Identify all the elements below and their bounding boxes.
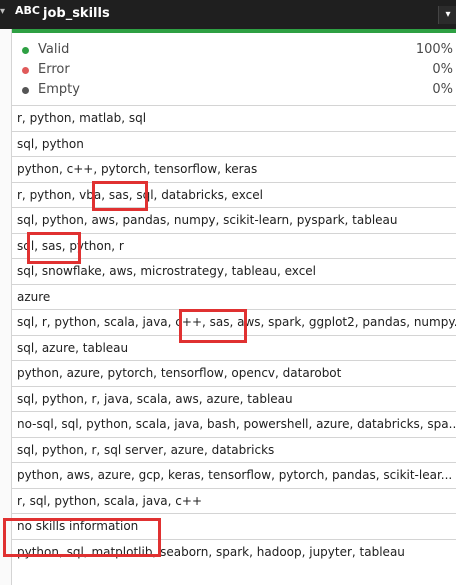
valid-dot-icon: [22, 47, 29, 54]
table-row[interactable]: r, python, matlab, sql: [12, 105, 456, 131]
empty-label: Empty: [38, 82, 80, 97]
error-dot-icon: [22, 67, 29, 74]
cell-value: r, python, matlab, sql: [17, 111, 147, 125]
highlight-box-no-skills: [3, 518, 161, 557]
empty-dot-icon: [22, 87, 29, 94]
cell-value: sql, python: [17, 136, 84, 151]
table-row[interactable]: python, aws, azure, gcp, keras, tensorfl…: [12, 462, 456, 488]
cell-value: sql, snowflake, aws, microstrategy, tabl…: [17, 264, 317, 278]
empty-row: Empty 0%: [12, 81, 456, 101]
cell-value: r, sql, python, scala, java, c++: [17, 493, 202, 508]
table-row[interactable]: r, python, vba, sas, sql, databricks, ex…: [12, 181, 456, 208]
table-row[interactable]: sql, python, r, java, scala, aws, azure,…: [12, 385, 456, 412]
error-label: Error: [38, 62, 70, 77]
error-row: Error 0%: [12, 61, 456, 81]
empty-percent: 0%: [432, 82, 453, 97]
adjacent-column-strip: [0, 29, 12, 585]
cell-value: sql, python, aws, pandas, numpy, scikit-…: [17, 213, 398, 227]
valid-row: Valid 100%: [12, 41, 456, 61]
cell-value: sql, azure, tableau: [17, 340, 129, 355]
column-filter-dropdown-icon[interactable]: ▾: [438, 6, 456, 24]
highlight-box-sas-row6: [27, 232, 81, 264]
table-row[interactable]: sql, python, aws, pandas, numpy, scikit-…: [12, 207, 456, 233]
text-type-icon[interactable]: ABC: [15, 5, 40, 16]
table-row[interactable]: sql, python: [12, 130, 456, 157]
highlight-box-sas-row4: [92, 181, 148, 211]
highlight-box-sas-row9: [179, 309, 247, 343]
table-row[interactable]: python, c++, pytorch, tensorflow, keras: [12, 156, 456, 182]
column-header: ▾ ABC job_skills ▾: [0, 0, 456, 29]
cell-value: azure: [17, 289, 51, 304]
column-title[interactable]: job_skills: [43, 6, 110, 21]
cell-value: python, aws, azure, gcp, keras, tensorfl…: [17, 468, 453, 482]
column-quality-profile: Valid 100% Error 0% Empty 0%: [12, 33, 456, 105]
table-row[interactable]: r, sql, python, scala, java, c++: [12, 487, 456, 514]
error-percent: 0%: [432, 62, 453, 77]
cell-value: python, azure, pytorch, tensorflow, open…: [17, 366, 342, 380]
cell-value: no-sql, sql, python, scala, java, bash, …: [17, 417, 456, 431]
table-row[interactable]: azure: [12, 283, 456, 310]
table-row[interactable]: no-sql, sql, python, scala, java, bash, …: [12, 411, 456, 437]
table-row[interactable]: sql, python, r, sql server, azure, datab…: [12, 436, 456, 463]
cell-value: python, c++, pytorch, tensorflow, keras: [17, 162, 258, 176]
left-column-dropdown-icon[interactable]: ▾: [0, 6, 10, 24]
table-row[interactable]: python, azure, pytorch, tensorflow, open…: [12, 360, 456, 386]
cell-value: sql, python, r, java, scala, aws, azure,…: [17, 391, 293, 406]
cell-value: sql, python, r, sql server, azure, datab…: [17, 442, 275, 457]
valid-label: Valid: [38, 42, 70, 57]
valid-percent: 100%: [415, 42, 453, 57]
type-icon-label: ABC: [15, 4, 40, 17]
